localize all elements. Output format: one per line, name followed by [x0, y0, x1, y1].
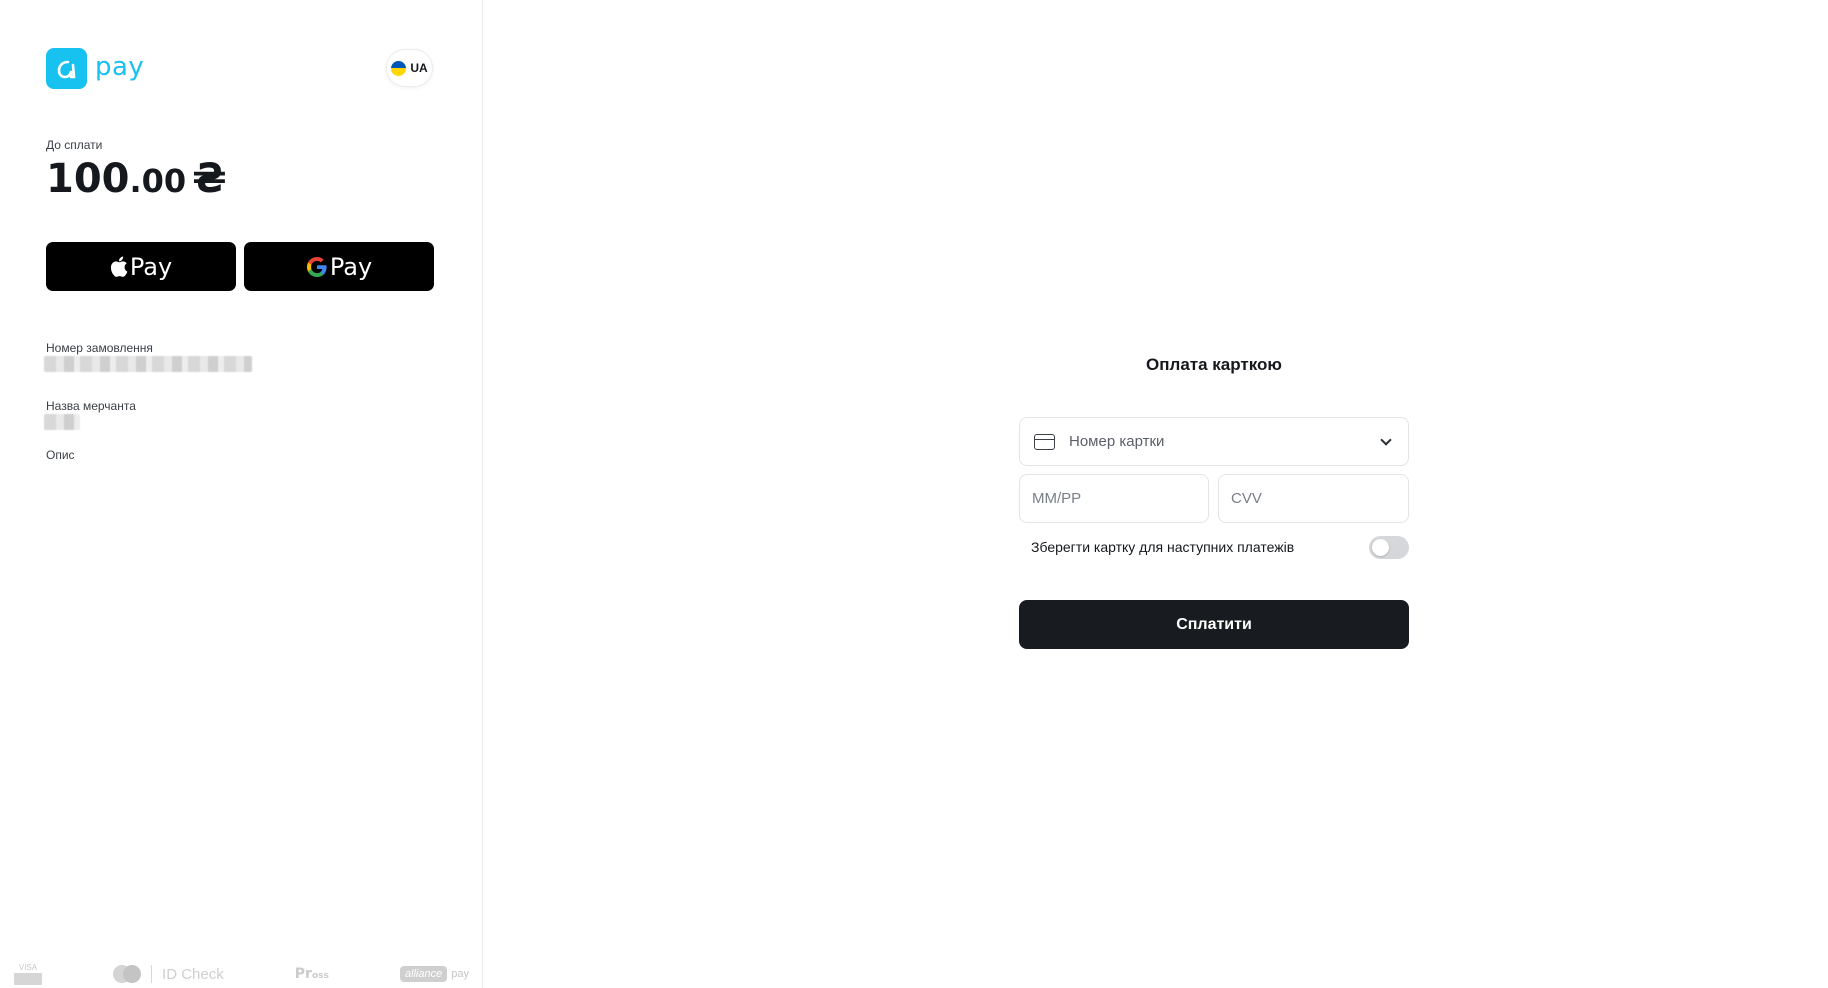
card-number-field[interactable]: Номер картки [1019, 417, 1409, 466]
payment-systems-footer: VISA ID Check Pross alliance pay [0, 960, 483, 988]
amount-integer: 100 [46, 156, 130, 202]
chevron-down-icon[interactable] [1380, 433, 1392, 446]
apple-pay-button[interactable]: Pay [46, 242, 236, 291]
card-number-placeholder: Номер картки [1069, 433, 1165, 450]
cvv-placeholder: CVV [1231, 490, 1262, 507]
toggle-knob [1372, 538, 1389, 556]
currency-symbol: ₴ [192, 156, 227, 202]
amount-label: До сплати [46, 138, 103, 152]
payment-amount: 100.00 ₴ [46, 156, 227, 202]
visa-secure-logo: VISA [14, 963, 42, 985]
save-card-row: Зберегти картку для наступних платежів [1031, 535, 1409, 559]
mastercard-id-check-logo: ID Check [113, 965, 224, 983]
expiry-placeholder: ММ/РР [1032, 490, 1082, 507]
language-label: UA [410, 61, 428, 75]
merchant-name-value-redacted [44, 414, 80, 430]
description-label: Опис [46, 448, 75, 462]
google-pay-button[interactable]: Pay [244, 242, 434, 291]
save-card-toggle[interactable] [1369, 535, 1409, 559]
amount-decimal: .00 [129, 162, 187, 200]
google-pay-label: Pay [329, 252, 373, 281]
merchant-name-label: Назва мерчанта [46, 399, 136, 413]
card-payment-form: Оплата карткою Номер картки ММ/РР CVV Зб… [1019, 355, 1409, 649]
apple-icon [110, 256, 128, 277]
cvv-field[interactable]: CVV [1218, 474, 1409, 523]
brand-logo-mark [46, 48, 87, 89]
order-number-label: Номер замовлення [46, 341, 153, 355]
form-title: Оплата карткою [1146, 355, 1282, 374]
alliance-pay-logo: alliance pay [399, 966, 469, 982]
brand-logo: pay [46, 48, 144, 89]
pay-button[interactable]: Сплатити [1019, 600, 1409, 649]
brand-logo-text: pay [95, 52, 145, 82]
language-switcher[interactable]: UA [386, 49, 433, 87]
google-g-icon [306, 256, 327, 277]
prostir-logo: Pross [294, 966, 329, 982]
order-summary-panel: pay UA До сплати 100.00 ₴ Pay Pay Номер з… [0, 0, 483, 988]
credit-card-icon [1034, 433, 1055, 450]
ukraine-flag-icon [391, 60, 407, 76]
save-card-label: Зберегти картку для наступних платежів [1031, 539, 1295, 555]
expiry-date-field[interactable]: ММ/РР [1019, 474, 1209, 523]
apple-pay-label: Pay [129, 252, 173, 281]
order-number-value-redacted [44, 356, 252, 372]
